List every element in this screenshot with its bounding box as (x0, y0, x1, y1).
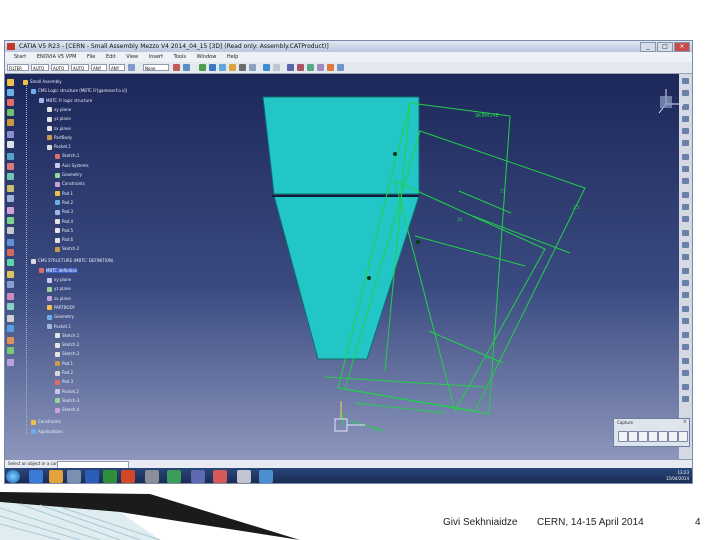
sketch-label-main: SKBM14E (475, 113, 499, 119)
record-icon[interactable] (618, 431, 628, 442)
capture-export-icon[interactable] (678, 431, 688, 442)
compass[interactable]: x (658, 89, 684, 114)
slide-page-number: 4 (695, 517, 701, 528)
sketch-dim-2: 73 (500, 189, 506, 194)
sketch-dim-5: 60 (373, 427, 379, 432)
album-icon[interactable] (658, 431, 668, 442)
part-lower-block[interactable] (273, 195, 420, 360)
options-icon[interactable] (668, 431, 678, 442)
slide-footer-author: Givi Sekhniaidze (443, 517, 518, 528)
sketch-point-2[interactable] (416, 240, 420, 244)
clock-date: 15/04/2014 (665, 476, 689, 481)
slide-decoration (0, 492, 300, 540)
capture-title: Capture (617, 420, 633, 425)
sketch-dim-4: 30 (485, 355, 491, 360)
sketch-point-3[interactable] (367, 276, 371, 280)
slide-footer-event: CERN, 14-15 April 2014 (537, 517, 644, 528)
model-geometry: x SKBM14E 35 73 2.5 30 60 (262, 89, 684, 432)
capture-settings-icon[interactable] (638, 431, 648, 442)
svg-text:x: x (681, 102, 684, 108)
camera-icon[interactable] (648, 431, 658, 442)
status-bar: Select an object or a command (5, 460, 692, 469)
select-mode-icon[interactable] (628, 431, 638, 442)
axis-system-marker[interactable] (334, 401, 365, 432)
taskbar-clock[interactable]: 13:23 15/04/2014 (666, 470, 689, 482)
capture-toolbar: Capture × (613, 418, 690, 447)
sketch-point-1[interactable] (393, 152, 397, 156)
capture-close-icon[interactable]: × (683, 420, 687, 425)
sketch-dim-1: 35 (457, 217, 463, 222)
part-upper-block[interactable] (262, 96, 420, 195)
catia-window: CATIA V5 R23 - [CERN - Small Assembly Me… (4, 40, 693, 484)
sketch-dim-3: 2.5 (573, 205, 580, 210)
